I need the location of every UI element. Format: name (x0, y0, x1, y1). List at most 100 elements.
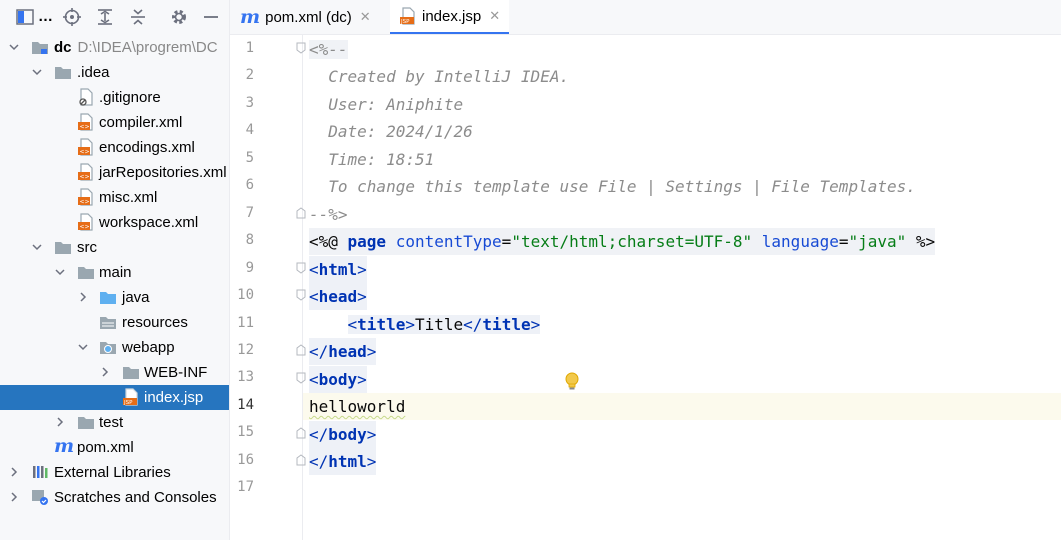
project-tree: dc D:\IDEA\progrem\DC .idea .gitignore <>… (0, 35, 229, 510)
chevron-right-icon[interactable] (8, 466, 20, 478)
current-code-line: helloworld (303, 393, 1061, 420)
ignore-file-icon (79, 88, 93, 106)
code-line: Time: 18:51 (309, 150, 435, 169)
tree-item-label: workspace.xml (99, 214, 199, 231)
project-panel: … dc D:\IDEA\progrem\DC .idea .gitignore… (0, 0, 230, 540)
line-number: 1 (245, 40, 254, 56)
tree-item-gitignore[interactable]: .gitignore (0, 85, 229, 110)
tab-index-jsp[interactable]: JSP index.jsp ✕ (390, 0, 510, 34)
tree-item-label: compiler.xml (99, 114, 183, 131)
maven-icon: m (240, 6, 261, 28)
chevron-down-icon[interactable] (54, 266, 66, 278)
chevron-right-icon[interactable] (8, 491, 20, 503)
web-folder-icon (100, 342, 116, 354)
chevron-right-icon[interactable] (77, 291, 89, 303)
svg-text:<>: <> (80, 149, 90, 156)
tree-item-label: webapp (122, 339, 175, 356)
line-number: 5 (245, 149, 254, 166)
xml-file-icon: <> (78, 188, 93, 206)
line-number: 3 (245, 94, 254, 111)
tree-item-idea[interactable]: .idea (0, 60, 229, 85)
line-number: 15 (237, 424, 254, 441)
tree-item-java[interactable]: java (0, 285, 229, 310)
minimize-icon[interactable] (202, 8, 220, 26)
tree-item-test[interactable]: test (0, 410, 229, 435)
svg-text:<>: <> (80, 199, 90, 206)
scratches-icon (32, 490, 48, 505)
tree-item-pom-xml[interactable]: m pom.xml (0, 435, 229, 460)
tree-item-jarrepositories-xml[interactable]: <> jarRepositories.xml (0, 160, 229, 185)
line-number: 14 (237, 396, 254, 413)
resources-folder-icon (100, 317, 116, 329)
xml-file-icon: <> (78, 138, 93, 156)
project-toolbar: … (0, 0, 229, 34)
svg-text:JSP: JSP (123, 400, 133, 406)
tree-item-label: src (77, 239, 97, 256)
tree-item-webapp[interactable]: webapp (0, 335, 229, 360)
tree-item-src[interactable]: src (0, 235, 229, 260)
lightbulb-icon[interactable] (564, 372, 580, 392)
folder-icon (78, 267, 94, 279)
chevron-down-icon[interactable] (31, 241, 43, 253)
svg-text:<>: <> (80, 124, 90, 131)
code-line: <html> (309, 256, 367, 283)
line-number: 11 (237, 314, 254, 331)
tree-item-label: test (99, 414, 124, 431)
folder-icon (78, 417, 94, 429)
expand-all-icon[interactable] (96, 8, 114, 26)
chevron-right-icon[interactable] (54, 416, 66, 428)
line-number: 13 (237, 369, 254, 386)
line-number: 9 (245, 259, 254, 276)
line-number: 12 (237, 341, 254, 358)
tree-item-label: index.jsp (144, 389, 204, 406)
chevron-down-icon[interactable] (77, 341, 89, 353)
tree-item-workspace-xml[interactable]: <> workspace.xml (0, 210, 229, 235)
close-icon[interactable]: ✕ (360, 9, 371, 25)
line-number: 8 (245, 232, 254, 249)
code-line: --%> (309, 205, 348, 224)
code-line: </head> (309, 338, 377, 365)
line-number: 10 (237, 287, 254, 304)
tree-item-label: dc (54, 39, 72, 56)
tree-item-label: Scratches and Consoles (54, 489, 217, 506)
folder-icon (55, 242, 71, 254)
line-number: 17 (237, 479, 254, 496)
tree-item-index-jsp[interactable]: JSP index.jsp (0, 385, 229, 410)
code-line: <%@ page contentType="text/html;charset=… (309, 228, 936, 255)
tree-item-label: encodings.xml (99, 139, 195, 156)
tree-item-label: External Libraries (54, 464, 171, 481)
code-line: </body> (309, 421, 377, 448)
source-folder-icon (100, 292, 116, 304)
chevron-down-icon[interactable] (8, 41, 20, 53)
chevron-right-icon[interactable] (99, 366, 111, 378)
tab-label: index.jsp (422, 7, 482, 25)
tree-item-resources[interactable]: resources (0, 310, 229, 335)
tree-item-encodings-xml[interactable]: <> encodings.xml (0, 135, 229, 160)
gear-icon[interactable] (170, 8, 188, 26)
tree-item-external-libraries[interactable]: External Libraries (0, 460, 229, 485)
tab-pom-xml[interactable]: m pom.xml (dc) ✕ (240, 0, 371, 34)
tree-item-main[interactable]: main (0, 260, 229, 285)
module-folder-icon (32, 42, 48, 54)
tree-item-label: misc.xml (99, 189, 158, 206)
tree-item-web-inf[interactable]: WEB-INF (0, 360, 229, 385)
xml-file-icon: <> (78, 163, 93, 181)
locate-icon[interactable] (63, 8, 81, 26)
tree-item-compiler-xml[interactable]: <> compiler.xml (0, 110, 229, 135)
line-number: 16 (237, 451, 254, 468)
project-panel-title[interactable]: … (38, 8, 53, 25)
tree-item-dc[interactable]: dc D:\IDEA\progrem\DC (0, 35, 229, 60)
code-editor[interactable]: <%-- Created by IntelliJ IDEA. User: Ani… (303, 35, 1061, 540)
code-line: <title>Title</title> (347, 315, 541, 334)
collapse-all-icon[interactable] (129, 8, 147, 26)
chevron-down-icon[interactable] (31, 66, 43, 78)
line-number: 6 (245, 177, 254, 194)
tree-item-scratches[interactable]: Scratches and Consoles (0, 485, 229, 510)
tree-item-label: jarRepositories.xml (99, 164, 227, 181)
project-view-icon[interactable] (16, 8, 34, 26)
tree-item-label: .gitignore (99, 89, 161, 106)
tree-item-misc-xml[interactable]: <> misc.xml (0, 185, 229, 210)
editor-tabs: m pom.xml (dc) ✕ JSP index.jsp ✕ (230, 0, 1061, 35)
close-icon[interactable]: ✕ (489, 8, 500, 24)
maven-icon: m (54, 435, 75, 457)
